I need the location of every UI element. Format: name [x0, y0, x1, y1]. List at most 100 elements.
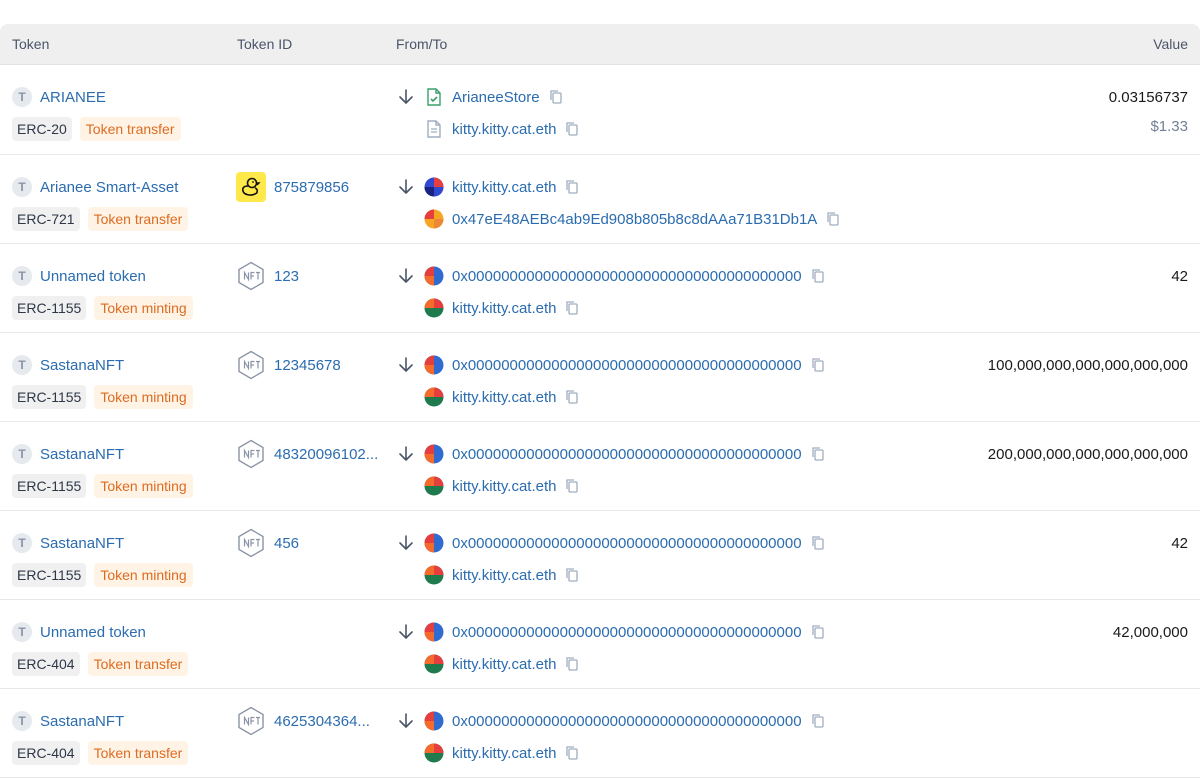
token-id-link[interactable]: 48320096102...: [274, 446, 378, 463]
to-address-link[interactable]: kitty.kitty.cat.eth: [452, 478, 556, 495]
to-address-link[interactable]: kitty.kitty.cat.eth: [452, 389, 556, 406]
token-id-link[interactable]: 123: [274, 268, 299, 285]
to-address-link[interactable]: 0x47eE48AEBc4ab9Ed908b805b8c8dAAa71B31Db…: [452, 211, 817, 228]
token-standard-badge: ERC-1155: [12, 296, 87, 320]
transfer-type-badge: Token minting: [94, 296, 193, 320]
value-amount: 0.03156737: [1108, 89, 1188, 106]
from-to-cell: 0x00000000000000000000000000000000000000…: [396, 711, 916, 763]
table-row: T Arianee Smart-Asset ERC-721 Token tran…: [0, 155, 1200, 244]
value-cell: 0.03156737 $1.33: [1109, 89, 1188, 135]
copy-icon[interactable]: [810, 624, 826, 640]
token-cell: T SastanaNFT ERC-404 Token transfer: [12, 711, 227, 765]
copy-icon[interactable]: [810, 357, 826, 373]
token-name-link[interactable]: Arianee Smart-Asset: [40, 179, 178, 196]
token-name-link[interactable]: SastanaNFT: [40, 713, 124, 730]
arrow-down-icon: [399, 179, 413, 194]
address-identicon: [424, 266, 444, 286]
from-to-cell: 0x00000000000000000000000000000000000000…: [396, 444, 916, 496]
table-row: T ARIANEE ERC-20 Token transfer ArianeeS…: [0, 65, 1200, 155]
arrow-down-icon: [399, 268, 413, 283]
copy-icon[interactable]: [564, 389, 580, 405]
copy-icon[interactable]: [810, 713, 826, 729]
from-address-link[interactable]: 0x00000000000000000000000000000000000000…: [452, 624, 802, 641]
arrow-down-icon: [399, 624, 413, 639]
address-identicon: [424, 387, 444, 407]
token-placeholder-icon: T: [12, 177, 32, 197]
from-address-link[interactable]: 0x00000000000000000000000000000000000000…: [452, 446, 802, 463]
from-to-cell: 0x00000000000000000000000000000000000000…: [396, 355, 916, 407]
token-standard-badge: ERC-20: [12, 117, 72, 141]
token-id-cell: 875879856: [236, 171, 386, 203]
table-row: T SastanaNFT ERC-404 Token transfer 4625…: [0, 689, 1200, 778]
copy-icon[interactable]: [564, 656, 580, 672]
copy-icon[interactable]: [564, 567, 580, 583]
token-name-link[interactable]: ARIANEE: [40, 89, 106, 106]
to-address-link[interactable]: kitty.kitty.cat.eth: [452, 121, 556, 138]
token-name-link[interactable]: SastanaNFT: [40, 535, 124, 552]
address-identicon: [424, 177, 444, 197]
from-address-link[interactable]: 0x00000000000000000000000000000000000000…: [452, 535, 802, 552]
from-address-link[interactable]: 0x00000000000000000000000000000000000000…: [452, 713, 802, 730]
token-name-link[interactable]: Unnamed token: [40, 268, 146, 285]
to-address-link[interactable]: kitty.kitty.cat.eth: [452, 300, 556, 317]
transfer-type-badge: Token minting: [94, 474, 193, 498]
token-id-cell: 12345678: [236, 349, 386, 381]
token-placeholder-icon: T: [12, 266, 32, 286]
token-id-cell: 4625304364...: [236, 705, 386, 737]
copy-icon[interactable]: [564, 300, 580, 316]
token-id-link[interactable]: 12345678: [274, 357, 341, 374]
to-address-link[interactable]: kitty.kitty.cat.eth: [452, 656, 556, 673]
from-to-cell: 0x00000000000000000000000000000000000000…: [396, 533, 916, 585]
token-name-link[interactable]: Unnamed token: [40, 624, 146, 641]
value-amount: 42: [1171, 535, 1188, 552]
token-placeholder-icon: T: [12, 622, 32, 642]
table-row: T Unnamed token ERC-404 Token transfer 0…: [0, 600, 1200, 689]
to-address-link[interactable]: kitty.kitty.cat.eth: [452, 567, 556, 584]
from-address-link[interactable]: 0x00000000000000000000000000000000000000…: [452, 268, 802, 285]
value-cell: 200,000,000,000,000,000,000: [988, 446, 1188, 463]
to-address-link[interactable]: kitty.kitty.cat.eth: [452, 745, 556, 762]
token-cell: T ARIANEE ERC-20 Token transfer: [12, 87, 227, 141]
copy-icon[interactable]: [810, 268, 826, 284]
from-address-link[interactable]: ArianeeStore: [452, 89, 540, 106]
transfer-type-badge: Token transfer: [87, 652, 189, 676]
copy-icon[interactable]: [810, 535, 826, 551]
token-cell: T SastanaNFT ERC-1155 Token minting: [12, 533, 227, 587]
value-amount: 42: [1171, 268, 1188, 285]
copy-icon[interactable]: [564, 179, 580, 195]
token-placeholder-icon: T: [12, 533, 32, 553]
address-identicon: [424, 209, 444, 229]
token-id-link[interactable]: 4625304364...: [274, 713, 370, 730]
table-row: T SastanaNFT ERC-1155 Token minting 1234…: [0, 333, 1200, 422]
copy-icon[interactable]: [564, 478, 580, 494]
token-standard-badge: ERC-1155: [12, 474, 87, 498]
arrow-down-icon: [399, 535, 413, 550]
copy-icon[interactable]: [564, 745, 580, 761]
transfer-type-badge: Token transfer: [87, 741, 189, 765]
token-standard-badge: ERC-1155: [12, 385, 87, 409]
address-identicon: [424, 476, 444, 496]
table-header: Token Token ID From/To Value: [0, 24, 1200, 65]
token-name-link[interactable]: SastanaNFT: [40, 446, 124, 463]
arrow-down-icon: [399, 713, 413, 728]
token-id-link[interactable]: 875879856: [274, 179, 349, 196]
token-id-link[interactable]: 456: [274, 535, 299, 552]
copy-icon[interactable]: [825, 211, 841, 227]
token-cell: T Unnamed token ERC-404 Token transfer: [12, 622, 227, 676]
token-id-cell: 48320096102...: [236, 438, 386, 470]
contract-icon: [427, 120, 441, 138]
value-cell: 100,000,000,000,000,000,000: [988, 357, 1188, 374]
copy-icon[interactable]: [548, 89, 564, 105]
header-token: Token: [12, 36, 50, 52]
copy-icon[interactable]: [810, 446, 826, 462]
token-id-cell: 456: [236, 527, 386, 559]
table-row: T SastanaNFT ERC-1155 Token minting 456 …: [0, 511, 1200, 600]
from-address-link[interactable]: kitty.kitty.cat.eth: [452, 179, 556, 196]
copy-icon[interactable]: [564, 121, 580, 137]
value-cell: 42,000,000: [1113, 624, 1188, 641]
token-name-link[interactable]: SastanaNFT: [40, 357, 124, 374]
from-address-link[interactable]: 0x00000000000000000000000000000000000000…: [452, 357, 802, 374]
arrow-down-icon: [399, 446, 413, 461]
address-identicon: [424, 444, 444, 464]
nft-placeholder-icon: [238, 439, 264, 469]
